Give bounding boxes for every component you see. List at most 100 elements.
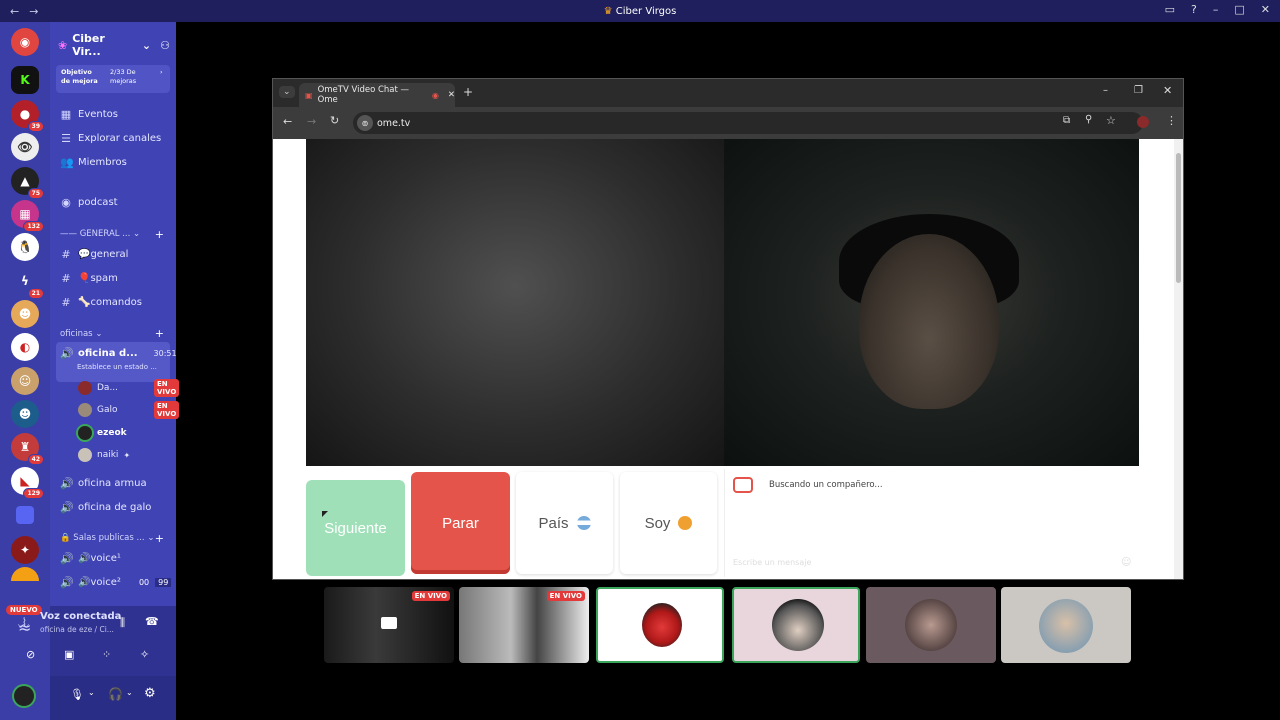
tab-ometv[interactable]: ▣ OmeTV Video Chat — Ome ◉ ✕ (299, 83, 455, 107)
server-icon[interactable]: ◐ (11, 333, 39, 361)
camera-off-icon[interactable]: ⊘ (26, 648, 35, 661)
user-tile[interactable] (1001, 587, 1131, 663)
disconnect-icon[interactable]: ☎ (145, 615, 159, 628)
server-eye-icon[interactable]: 👁 (11, 133, 39, 161)
channel-comandos[interactable]: # 🦴comandos (60, 296, 142, 309)
voice-user[interactable]: Galo EN VIVO (78, 401, 180, 419)
voice-user-speaking[interactable]: ezeok (78, 426, 127, 440)
boost-goal[interactable]: Objetivo de mejora 2/33 De mejoras › (56, 65, 170, 93)
mic-icon[interactable]: 🎙 (70, 688, 84, 701)
stop-button[interactable]: Parar (411, 472, 510, 574)
server-header[interactable]: ❀ Ciber Vir... ⌄ ⚇ (58, 32, 170, 58)
forward-icon[interactable]: → (307, 115, 316, 128)
category-general[interactable]: —— GENERAL ... ⌄ (60, 229, 140, 239)
server-icon[interactable]: ◣ 129 (11, 467, 44, 499)
message-input[interactable]: Escribe un mensaje (733, 558, 811, 567)
channel-spam[interactable]: # 🎈spam (60, 272, 118, 285)
voice-user[interactable]: Da... EN VIVO (78, 379, 180, 397)
stream-tile[interactable]: EN VIVO (324, 587, 454, 663)
page-scrollbar[interactable] (1174, 139, 1183, 579)
avatar[interactable] (14, 686, 34, 706)
tab-list-chevron-icon[interactable]: ⌄ (279, 86, 295, 98)
voice-channel-label[interactable]: oficina de eze / Ci... (40, 625, 114, 634)
server-icon[interactable]: ▲ 75 (11, 167, 44, 199)
install-app-icon[interactable]: ⧉ (1063, 115, 1070, 126)
bookmark-star-icon[interactable]: ☆ (1106, 114, 1116, 127)
reload-icon[interactable]: ↻ (330, 114, 339, 127)
user-tile[interactable] (596, 587, 724, 663)
voice-channel-armua[interactable]: 🔊 oficina armua (60, 477, 147, 490)
server-icon[interactable]: ϟ 21 (11, 267, 44, 299)
server-icon[interactable] (11, 567, 39, 581)
folder-icon[interactable] (16, 506, 34, 524)
user-tile[interactable] (866, 587, 996, 663)
chevron-down-icon[interactable]: ⌄ (126, 688, 133, 697)
maximize-icon[interactable]: □ (1234, 3, 1244, 16)
country-button[interactable]: País (516, 472, 613, 574)
server-icon[interactable]: ☻ (11, 400, 39, 428)
help-icon[interactable]: ? (1191, 3, 1197, 16)
close-icon[interactable]: ✕ (1261, 3, 1270, 16)
server-emblem-icon: ♛ (603, 5, 613, 17)
server-linux-icon[interactable]: 🐧 (11, 233, 39, 261)
close-icon[interactable]: ✕ (1163, 84, 1172, 97)
zoom-icon[interactable]: ⚲ (1085, 114, 1092, 125)
signal-wave-icon[interactable]: 〰 (18, 618, 29, 634)
home-discord-icon[interactable]: ◉ (11, 28, 39, 56)
menu-dots-icon[interactable]: ⋮ (1166, 114, 1177, 127)
voice-user[interactable]: naiki ✦ (78, 448, 130, 462)
stream-tile[interactable]: EN VIVO (459, 587, 589, 663)
avatar (78, 426, 92, 440)
category-oficinas[interactable]: oficinas ⌄ (60, 329, 102, 339)
voice-status[interactable]: Establece un estado ... (77, 363, 157, 371)
back-icon[interactable]: ← (283, 115, 292, 128)
add-channel-icon[interactable]: + (155, 532, 164, 545)
sidebar-item-eventos[interactable]: ▦ Eventos (60, 108, 118, 121)
site-info-icon[interactable]: ⊚ (357, 115, 373, 131)
server-icon[interactable]: ✦ (11, 536, 39, 564)
chevron-down-icon: ⌄ (141, 38, 152, 52)
address-bar[interactable]: ⊚ ome.tv (353, 112, 1143, 134)
chat-panel: Buscando un compañero... Escribe un mens… (724, 469, 1140, 577)
emoji-icon[interactable]: ☺ (1121, 557, 1131, 568)
minimize-icon[interactable]: – (1213, 3, 1219, 16)
new-tab-icon[interactable]: + (463, 85, 473, 99)
add-channel-icon[interactable]: + (155, 228, 164, 241)
chevron-down-icon[interactable]: ⌄ (88, 688, 95, 697)
server-icon[interactable]: ▦ 132 (11, 200, 44, 232)
server-icon[interactable]: ☻ (11, 300, 39, 328)
scrollbar-thumb[interactable] (1176, 153, 1181, 283)
speaker-icon: 🔊 (60, 347, 74, 360)
sidebar-item-podcast[interactable]: ◉ podcast (60, 196, 117, 209)
add-member-icon[interactable]: ⚇ (160, 39, 170, 52)
activities-icon[interactable]: ⁘ (102, 648, 111, 661)
server-kick-icon[interactable]: K (11, 66, 39, 94)
channel-general[interactable]: # 💬general (60, 248, 128, 261)
voice-channel-voice1[interactable]: 🔊 🔊voice¹ (60, 552, 121, 565)
voice-channel-voice2[interactable]: 🔊 🔊voice² 00 99 (60, 576, 172, 589)
voice-channel-oficina[interactable]: 🔊 oficina d... 30:51 (60, 347, 177, 360)
headphones-icon[interactable]: 🎧 (108, 687, 123, 701)
soundboard-icon[interactable]: ⫼ (120, 616, 125, 630)
profile-avatar[interactable] (1137, 116, 1149, 128)
new-badge[interactable]: NUEVO (6, 605, 42, 615)
add-channel-icon[interactable]: + (155, 327, 164, 340)
screen-share-icon[interactable]: ▣ (64, 648, 74, 661)
next-button[interactable]: Siguiente (306, 480, 405, 576)
sidebar-item-miembros[interactable]: 👥 Miembros (60, 156, 127, 169)
user-tile[interactable] (732, 587, 860, 663)
minimize-icon[interactable]: – (1103, 85, 1108, 96)
close-tab-icon[interactable]: ✕ (448, 90, 455, 100)
settings-gear-icon[interactable]: ⚙ (144, 686, 156, 701)
voice-channel-galo[interactable]: 🔊 oficina de galo (60, 501, 151, 514)
server-icon[interactable]: ☺ (11, 367, 39, 395)
sidebar-item-explorar[interactable]: ☰ Explorar canales (60, 132, 161, 145)
voice-status-label[interactable]: Voz conectada (40, 611, 121, 622)
inbox-icon[interactable]: ▭ (1165, 3, 1175, 16)
server-icon[interactable]: ♜ 42 (11, 433, 44, 465)
category-salas[interactable]: 🔒 Salas publicas ... ⌄ (60, 533, 154, 543)
soundboard-rocket-icon[interactable]: ✧ (140, 648, 149, 661)
server-icon[interactable]: ● 39 (11, 100, 44, 132)
restore-icon[interactable]: ❐ (1134, 85, 1143, 96)
gender-button[interactable]: Soy (620, 472, 717, 574)
